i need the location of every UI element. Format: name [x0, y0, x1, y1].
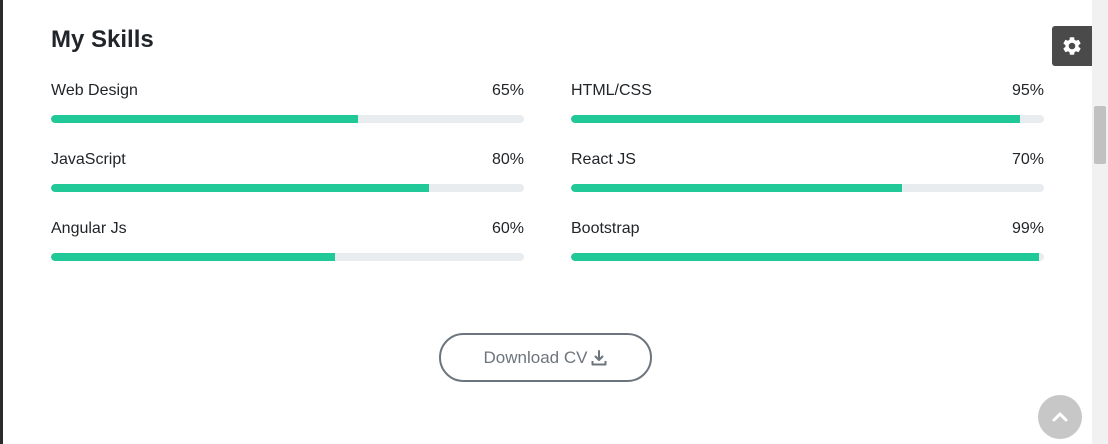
- progress-track: [571, 253, 1044, 261]
- section-title: My Skills: [51, 26, 154, 53]
- progress-fill: [571, 184, 903, 192]
- back-to-top-button[interactable]: [1038, 395, 1082, 439]
- skill-item-html-css: HTML/CSS 95%: [571, 80, 1044, 125]
- skill-item-angular-js: Angular Js 60%: [51, 218, 524, 263]
- skills-section: My Skills Web Design 65% HTML/CSS 95% Ja…: [51, 0, 1044, 444]
- progress-fill: [571, 115, 1021, 123]
- skill-percent: 99%: [1011, 220, 1044, 237]
- progress-fill: [51, 184, 430, 192]
- skill-percent: 70%: [1011, 151, 1044, 168]
- download-icon: [591, 349, 607, 365]
- scrollbar-thumb[interactable]: [1094, 106, 1106, 164]
- skill-name: HTML/CSS: [571, 82, 652, 99]
- progress-fill: [51, 115, 359, 123]
- skill-name: Web Design: [51, 82, 138, 99]
- page-left-border: [0, 0, 3, 444]
- skill-name: JavaScript: [51, 151, 126, 168]
- skill-item-bootstrap: Bootstrap 99%: [571, 218, 1044, 263]
- scrollbar-track[interactable]: [1092, 0, 1108, 444]
- progress-track: [571, 184, 1044, 192]
- skill-name: Angular Js: [51, 220, 127, 237]
- gear-icon: [1063, 37, 1081, 55]
- chevron-up-icon: [1052, 412, 1068, 422]
- skill-percent: 65%: [491, 82, 524, 99]
- skill-item-web-design: Web Design 65%: [51, 80, 524, 125]
- progress-track: [51, 253, 524, 261]
- skill-name: React JS: [571, 151, 636, 168]
- progress-track: [571, 115, 1044, 123]
- progress-fill: [51, 253, 335, 261]
- skill-item-javascript: JavaScript 80%: [51, 149, 524, 194]
- skill-percent: 95%: [1011, 82, 1044, 99]
- skill-item-react-js: React JS 70%: [571, 149, 1044, 194]
- progress-track: [51, 115, 524, 123]
- skill-name: Bootstrap: [571, 220, 640, 237]
- download-cv-label: Download CV: [483, 347, 588, 367]
- skill-percent: 60%: [491, 220, 524, 237]
- progress-track: [51, 184, 524, 192]
- skill-percent: 80%: [491, 151, 524, 168]
- progress-fill: [571, 253, 1040, 261]
- download-cv-button[interactable]: Download CV: [439, 333, 652, 382]
- settings-button[interactable]: [1052, 26, 1092, 66]
